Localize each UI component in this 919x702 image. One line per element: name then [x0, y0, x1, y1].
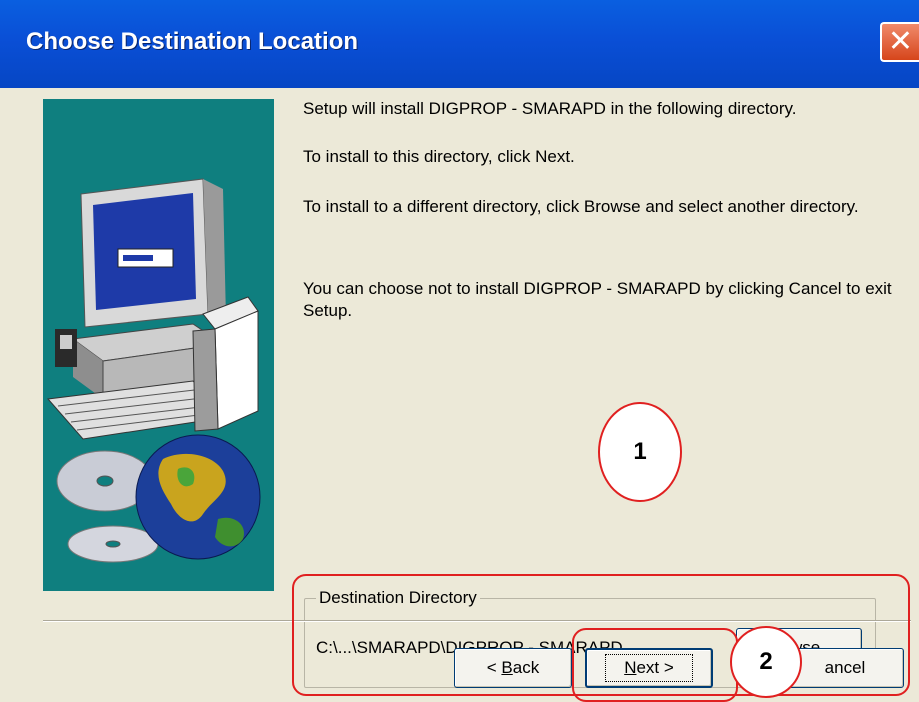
annotation-marker-2: 2 [730, 626, 802, 698]
close-icon: ✕ [887, 24, 914, 59]
cancel-instruction-text: You can choose not to install DIGPROP - … [303, 279, 892, 320]
setup-illustration [43, 99, 274, 591]
title-bar: Choose Destination Location ✕ [0, 0, 919, 88]
close-button[interactable]: ✕ [880, 22, 919, 62]
destination-group-label: Destination Directory [316, 588, 480, 608]
next-instruction-text: To install to this directory, click Next… [303, 147, 575, 166]
next-button[interactable]: Next > [585, 648, 713, 688]
cancel-button[interactable]: ancel [786, 648, 904, 688]
browse-instruction-text: To install to a different directory, cli… [303, 197, 859, 216]
window-title: Choose Destination Location [26, 28, 359, 55]
intro-text: Setup will install DIGPROP - SMARAPD in … [303, 99, 797, 118]
back-button[interactable]: < Back [454, 648, 572, 688]
annotation-marker-1: 1 [598, 402, 682, 502]
button-separator [43, 620, 911, 622]
